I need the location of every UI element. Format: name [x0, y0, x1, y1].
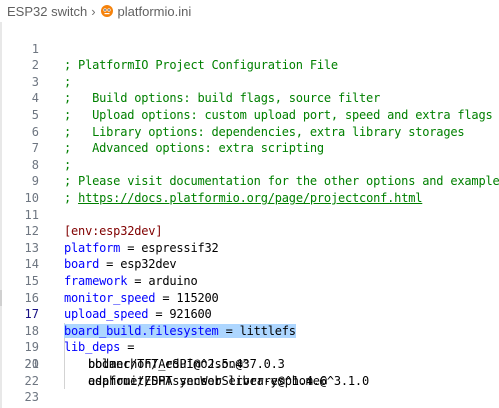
editor-line: 4 ; Upload options: custom upload port, …	[0, 74, 499, 122]
line-number: 23	[24, 390, 39, 405]
editor-line: 1 ; PlatformIO Project Configuration Fil…	[0, 24, 499, 73]
breadcrumb-separator: ›	[91, 3, 96, 19]
editor-line: 11 [env:esp32dev]	[0, 190, 499, 239]
breadcrumb: ESP32 switch › platformio.ini	[0, 0, 499, 22]
editor-line: 2 ;	[0, 41, 499, 89]
editor-line: 9 ; https://docs.platformio.org/page/pro…	[0, 157, 499, 205]
editor-line: 10	[0, 173, 499, 205]
breadcrumb-file[interactable]: platformio.ini	[118, 4, 192, 19]
editor-line: 13 board = esp32dev	[0, 223, 499, 272]
editor-line: 22 adafruit/DHT sensor library@^1.4.6	[0, 373, 499, 390]
editor-line: 18 lib_deps =	[0, 306, 499, 355]
editor-line: 8 ; Please visit documentation for the o…	[0, 140, 499, 189]
editor-line: 23	[0, 389, 499, 406]
breadcrumb-folder[interactable]: ESP32 switch	[7, 4, 87, 19]
editor-line: 6 ; Advanced options: extra scripting	[0, 107, 499, 156]
editor-line: 5 ; Library options: dependencies, extra…	[0, 90, 499, 139]
editor-line: 20 esphome/ESPAsyncWebServer-esphome@^3.…	[0, 339, 499, 388]
line-number: 21	[24, 357, 39, 371]
lib-dep-entry: adafruit/DHT sensor library@^1.4.6	[88, 373, 327, 388]
editor-line: 16 upload_speed = 921600	[0, 273, 499, 322]
editor-line: 12 platform = espressif32	[0, 207, 499, 255]
editor-line: 14 framework = arduino	[0, 240, 499, 288]
lib-dep-entry: bblanchon/ArduinoJson@^7.0.3	[88, 357, 285, 371]
editor-line: 19 bodmer/TFT_eSPI@^2.5.43	[0, 323, 499, 371]
platformio-alien-icon	[100, 4, 114, 18]
editor-line-active: 17 board_build.filesystem = littlefs	[0, 290, 499, 338]
editor-line: 21 bblanchon/ArduinoJson@^7.0.3	[0, 356, 499, 373]
editor-line: 7 ;	[0, 124, 499, 172]
line-number: 22	[24, 373, 39, 388]
editor-line: 3 ; Build options: build flags, source f…	[0, 57, 499, 106]
editor-line: 15 monitor_speed = 115200	[0, 256, 499, 305]
